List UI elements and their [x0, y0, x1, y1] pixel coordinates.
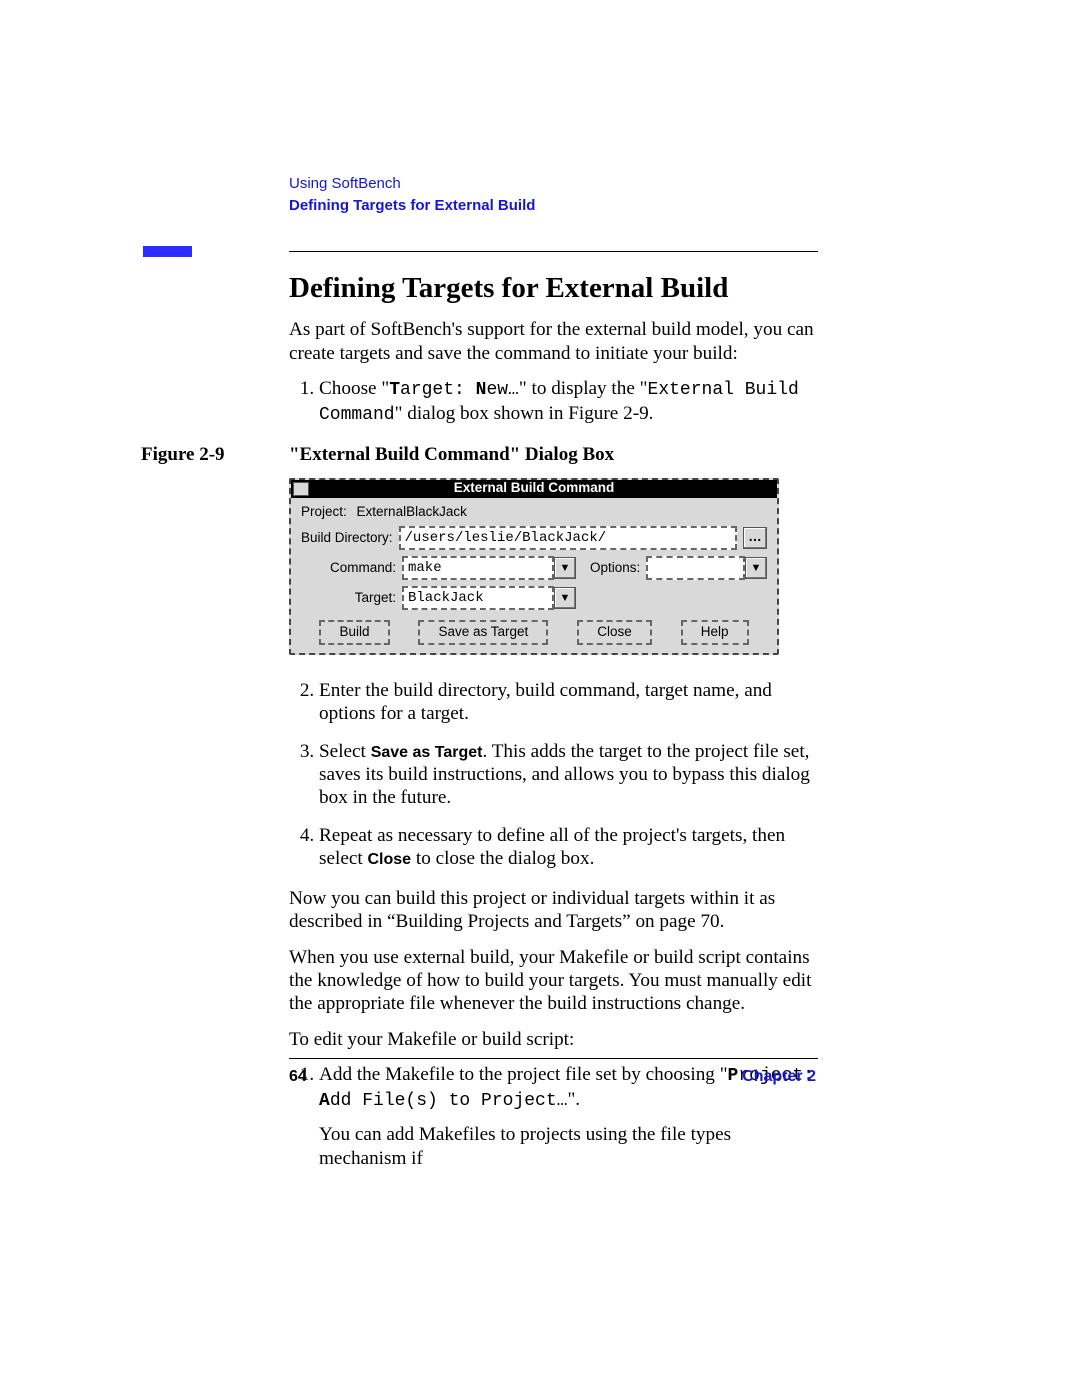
browse-button[interactable]: … — [743, 527, 767, 549]
target-input[interactable]: BlackJack — [402, 586, 554, 610]
command-label: Command: — [301, 560, 396, 576]
options-label: Options: — [590, 560, 640, 576]
external-build-dialog: External Build Command Project: External… — [289, 478, 779, 654]
target-dropdown-button[interactable]: ▼ — [554, 587, 576, 609]
build-button[interactable]: Build — [319, 620, 389, 644]
options-dropdown-button[interactable]: ▼ — [745, 557, 767, 579]
chevron-down-icon: ▼ — [560, 562, 571, 575]
step-3: Select Save as Target. This adds the tar… — [319, 740, 817, 810]
builddir-label: Build Directory: — [301, 530, 393, 546]
step-1: Choose "Target: New…" to display the "Ex… — [319, 377, 817, 427]
help-button[interactable]: Help — [681, 620, 749, 644]
dialog-figure: External Build Command Project: External… — [289, 478, 779, 654]
builddir-row: Build Directory: /users/leslie/BlackJack… — [291, 520, 777, 550]
figure-caption: Figure 2-9 "External Build Command" Dial… — [141, 443, 817, 466]
page-number: 64 — [289, 1068, 307, 1086]
dialog-button-row: Build Save as Target Close Help — [291, 610, 777, 644]
section-title: Defining Targets for External Build — [289, 195, 535, 217]
accent-bar — [143, 246, 192, 257]
save-as-target-button[interactable]: Save as Target — [418, 620, 548, 644]
edit-steps-list: Add the Makefile to the project file set… — [289, 1063, 817, 1170]
paragraph-build-now: Now you can build this project or indivi… — [289, 887, 817, 934]
steps-list-2: Enter the build directory, build command… — [289, 679, 817, 871]
intro-paragraph: As part of SoftBench's support for the e… — [289, 318, 817, 365]
builddir-input[interactable]: /users/leslie/BlackJack/ — [399, 526, 737, 550]
breadcrumb: Using SoftBench — [289, 173, 535, 195]
project-row: Project: ExternalBlackJack — [291, 498, 777, 520]
target-label: Target: — [301, 590, 396, 606]
project-label: Project: — [301, 504, 347, 520]
top-divider — [289, 251, 818, 252]
close-button[interactable]: Close — [577, 620, 652, 644]
target-row: Target: BlackJack ▼ — [291, 580, 777, 610]
command-row: Command: make ▼ Options: ▼ — [291, 550, 777, 580]
figure-title: "External Build Command" Dialog Box — [289, 443, 614, 466]
paragraph-edit-intro: To edit your Makefile or build script: — [289, 1028, 817, 1051]
command-dropdown-button[interactable]: ▼ — [554, 557, 576, 579]
bottom-divider — [289, 1058, 818, 1059]
chapter-reference[interactable]: Chapter 2 — [742, 1068, 816, 1086]
paragraph-external-build: When you use external build, your Makefi… — [289, 946, 817, 1016]
running-header: Using SoftBench Defining Targets for Ext… — [289, 173, 535, 217]
chevron-down-icon: ▼ — [560, 592, 571, 605]
command-input[interactable]: make — [402, 556, 554, 580]
dialog-title: External Build Command — [291, 480, 777, 497]
options-input[interactable] — [646, 556, 745, 580]
edit-step-1-followup: You can add Makefiles to projects using … — [319, 1123, 817, 1170]
chevron-down-icon: ▼ — [751, 562, 762, 575]
figure-label: Figure 2-9 — [141, 443, 289, 466]
project-value: ExternalBlackJack — [357, 504, 467, 520]
step-4: Repeat as necessary to define all of the… — [319, 824, 817, 871]
page: Using SoftBench Defining Targets for Ext… — [0, 0, 1080, 1397]
main-content: Defining Targets for External Build As p… — [289, 271, 817, 1186]
step-2: Enter the build directory, build command… — [319, 679, 817, 726]
steps-list-1: Choose "Target: New…" to display the "Ex… — [289, 377, 817, 427]
page-heading: Defining Targets for External Build — [289, 271, 817, 306]
